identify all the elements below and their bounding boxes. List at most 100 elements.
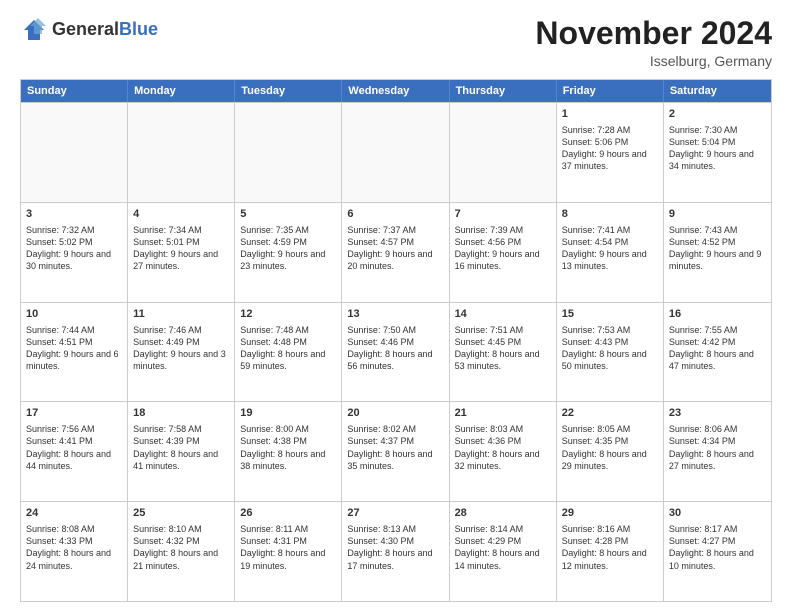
cal-cell: 7Sunrise: 7:39 AMSunset: 4:56 PMDaylight… — [450, 203, 557, 302]
day-info: Sunrise: 8:16 AM — [562, 523, 658, 535]
day-info: Daylight: 9 hours and 30 minutes. — [26, 248, 122, 272]
cal-cell: 25Sunrise: 8:10 AMSunset: 4:32 PMDayligh… — [128, 502, 235, 601]
cal-cell: 9Sunrise: 7:43 AMSunset: 4:52 PMDaylight… — [664, 203, 771, 302]
cal-cell: 21Sunrise: 8:03 AMSunset: 4:36 PMDayligh… — [450, 402, 557, 501]
day-info: Sunset: 4:41 PM — [26, 435, 122, 447]
col-saturday: Saturday — [664, 80, 771, 102]
day-info: Sunrise: 8:06 AM — [669, 423, 766, 435]
day-info: Sunrise: 7:32 AM — [26, 224, 122, 236]
day-info: Sunset: 4:52 PM — [669, 236, 766, 248]
day-info: Daylight: 8 hours and 19 minutes. — [240, 547, 336, 571]
day-info: Sunrise: 8:05 AM — [562, 423, 658, 435]
day-info: Daylight: 9 hours and 6 minutes. — [26, 348, 122, 372]
day-info: Daylight: 8 hours and 27 minutes. — [669, 448, 766, 472]
day-info: Sunrise: 8:08 AM — [26, 523, 122, 535]
day-info: Sunset: 4:43 PM — [562, 336, 658, 348]
day-info: Sunset: 5:02 PM — [26, 236, 122, 248]
day-info: Sunrise: 7:43 AM — [669, 224, 766, 236]
day-info: Daylight: 8 hours and 44 minutes. — [26, 448, 122, 472]
cal-cell: 11Sunrise: 7:46 AMSunset: 4:49 PMDayligh… — [128, 303, 235, 402]
day-info: Sunset: 4:42 PM — [669, 336, 766, 348]
day-info: Daylight: 8 hours and 53 minutes. — [455, 348, 551, 372]
day-info: Sunrise: 7:53 AM — [562, 324, 658, 336]
cal-cell — [342, 103, 449, 202]
day-info: Daylight: 8 hours and 47 minutes. — [669, 348, 766, 372]
day-number: 30 — [669, 506, 766, 521]
day-info: Daylight: 8 hours and 10 minutes. — [669, 547, 766, 571]
cal-cell: 1Sunrise: 7:28 AMSunset: 5:06 PMDaylight… — [557, 103, 664, 202]
cal-row: 24Sunrise: 8:08 AMSunset: 4:33 PMDayligh… — [21, 501, 771, 601]
cal-cell — [128, 103, 235, 202]
cal-cell: 18Sunrise: 7:58 AMSunset: 4:39 PMDayligh… — [128, 402, 235, 501]
day-number: 19 — [240, 406, 336, 421]
day-info: Sunset: 4:57 PM — [347, 236, 443, 248]
day-info: Sunrise: 7:48 AM — [240, 324, 336, 336]
col-tuesday: Tuesday — [235, 80, 342, 102]
day-info: Daylight: 8 hours and 35 minutes. — [347, 448, 443, 472]
cal-cell: 20Sunrise: 8:02 AMSunset: 4:37 PMDayligh… — [342, 402, 449, 501]
day-number: 28 — [455, 506, 551, 521]
cal-row: 17Sunrise: 7:56 AMSunset: 4:41 PMDayligh… — [21, 401, 771, 501]
day-info: Daylight: 8 hours and 38 minutes. — [240, 448, 336, 472]
day-info: Sunset: 4:30 PM — [347, 535, 443, 547]
day-number: 21 — [455, 406, 551, 421]
cal-cell: 23Sunrise: 8:06 AMSunset: 4:34 PMDayligh… — [664, 402, 771, 501]
day-number: 9 — [669, 207, 766, 222]
cal-cell: 4Sunrise: 7:34 AMSunset: 5:01 PMDaylight… — [128, 203, 235, 302]
day-info: Sunset: 4:27 PM — [669, 535, 766, 547]
day-info: Daylight: 8 hours and 29 minutes. — [562, 448, 658, 472]
day-number: 3 — [26, 207, 122, 222]
day-info: Daylight: 8 hours and 24 minutes. — [26, 547, 122, 571]
day-info: Sunrise: 7:35 AM — [240, 224, 336, 236]
day-number: 20 — [347, 406, 443, 421]
location-subtitle: Isselburg, Germany — [535, 53, 772, 69]
day-number: 10 — [26, 307, 122, 322]
day-number: 13 — [347, 307, 443, 322]
day-number: 4 — [133, 207, 229, 222]
day-info: Daylight: 8 hours and 59 minutes. — [240, 348, 336, 372]
cal-cell: 22Sunrise: 8:05 AMSunset: 4:35 PMDayligh… — [557, 402, 664, 501]
day-number: 23 — [669, 406, 766, 421]
day-info: Sunset: 5:01 PM — [133, 236, 229, 248]
cal-cell: 26Sunrise: 8:11 AMSunset: 4:31 PMDayligh… — [235, 502, 342, 601]
day-info: Sunset: 4:31 PM — [240, 535, 336, 547]
cal-cell: 12Sunrise: 7:48 AMSunset: 4:48 PMDayligh… — [235, 303, 342, 402]
day-info: Sunrise: 7:34 AM — [133, 224, 229, 236]
day-number: 27 — [347, 506, 443, 521]
day-info: Sunset: 4:29 PM — [455, 535, 551, 547]
day-number: 11 — [133, 307, 229, 322]
day-info: Daylight: 8 hours and 17 minutes. — [347, 547, 443, 571]
cal-cell: 30Sunrise: 8:17 AMSunset: 4:27 PMDayligh… — [664, 502, 771, 601]
day-info: Sunrise: 8:13 AM — [347, 523, 443, 535]
cal-cell: 24Sunrise: 8:08 AMSunset: 4:33 PMDayligh… — [21, 502, 128, 601]
day-info: Daylight: 9 hours and 23 minutes. — [240, 248, 336, 272]
cal-cell: 19Sunrise: 8:00 AMSunset: 4:38 PMDayligh… — [235, 402, 342, 501]
calendar-header-row: Sunday Monday Tuesday Wednesday Thursday… — [21, 80, 771, 102]
cal-cell: 17Sunrise: 7:56 AMSunset: 4:41 PMDayligh… — [21, 402, 128, 501]
logo-blue: Blue — [119, 20, 158, 40]
day-number: 29 — [562, 506, 658, 521]
cal-cell: 10Sunrise: 7:44 AMSunset: 4:51 PMDayligh… — [21, 303, 128, 402]
day-info: Daylight: 9 hours and 13 minutes. — [562, 248, 658, 272]
logo: General Blue — [20, 16, 158, 44]
cal-cell: 13Sunrise: 7:50 AMSunset: 4:46 PMDayligh… — [342, 303, 449, 402]
day-info: Sunset: 4:38 PM — [240, 435, 336, 447]
day-number: 16 — [669, 307, 766, 322]
day-info: Sunrise: 7:56 AM — [26, 423, 122, 435]
day-number: 8 — [562, 207, 658, 222]
cal-cell: 14Sunrise: 7:51 AMSunset: 4:45 PMDayligh… — [450, 303, 557, 402]
day-info: Sunrise: 7:28 AM — [562, 124, 658, 136]
day-info: Sunrise: 8:14 AM — [455, 523, 551, 535]
day-number: 18 — [133, 406, 229, 421]
day-info: Sunrise: 7:41 AM — [562, 224, 658, 236]
logo-text: General Blue — [52, 20, 158, 40]
cal-cell: 28Sunrise: 8:14 AMSunset: 4:29 PMDayligh… — [450, 502, 557, 601]
col-monday: Monday — [128, 80, 235, 102]
day-info: Sunrise: 8:11 AM — [240, 523, 336, 535]
day-info: Sunset: 4:56 PM — [455, 236, 551, 248]
day-number: 5 — [240, 207, 336, 222]
day-number: 6 — [347, 207, 443, 222]
day-number: 15 — [562, 307, 658, 322]
col-wednesday: Wednesday — [342, 80, 449, 102]
day-info: Sunset: 4:49 PM — [133, 336, 229, 348]
